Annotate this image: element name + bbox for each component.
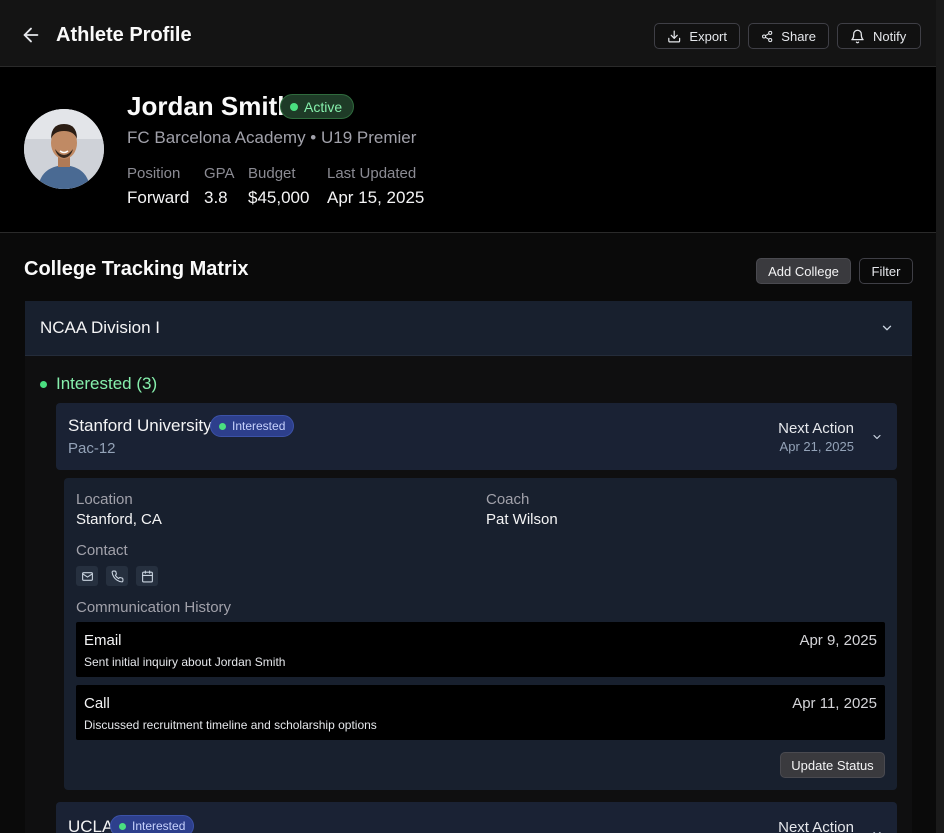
- athlete-name: Jordan Smith: [127, 91, 294, 121]
- status-dot-icon: [119, 822, 126, 830]
- stat-value: Forward: [127, 188, 190, 207]
- stat-value: $45,000: [248, 188, 310, 207]
- coach-value: Pat Wilson: [486, 511, 558, 528]
- export-label: Export: [689, 28, 727, 44]
- college-status-badge: Interested: [210, 415, 295, 437]
- location-value: Stanford, CA: [76, 511, 162, 528]
- update-status-button[interactable]: Update Status: [780, 752, 885, 778]
- share-icon: [762, 30, 773, 42]
- status-badge: Active: [280, 94, 355, 119]
- back-button[interactable]: [20, 24, 42, 46]
- communication-type: Call: [84, 695, 110, 712]
- group-dot-icon: [40, 380, 47, 388]
- stat-last-updated: Last Updated Apr 15, 2025: [327, 165, 424, 208]
- status-dot-icon: [219, 422, 226, 430]
- phone-contact-button[interactable]: [106, 566, 128, 586]
- schedule-contact-button[interactable]: [136, 566, 158, 586]
- division-header[interactable]: NCAA Division I: [25, 301, 912, 356]
- coach-label: Coach: [486, 491, 530, 508]
- group-label-interested: Interested (3): [40, 374, 157, 394]
- group-label-text: Interested (3): [56, 374, 158, 393]
- email-contact-button[interactable]: [76, 566, 98, 586]
- stat-label: Last Updated: [327, 165, 417, 182]
- chevron-down-icon: [873, 434, 881, 440]
- section-title: College Tracking Matrix: [24, 258, 249, 280]
- communication-type: Email: [84, 632, 122, 649]
- page-title: Athlete Profile: [56, 24, 192, 46]
- status-label: Active: [304, 98, 343, 115]
- filter-button[interactable]: Filter: [859, 258, 913, 284]
- avatar: [24, 109, 104, 189]
- communication-date: Apr 9, 2025: [799, 632, 877, 649]
- next-action-date: Apr 21, 2025: [779, 439, 854, 454]
- notify-button[interactable]: Notify: [837, 23, 921, 49]
- chevron-down-icon: [882, 325, 892, 331]
- communication-date: Apr 11, 2025: [792, 695, 877, 712]
- chevron-down-icon: [873, 831, 881, 833]
- share-button[interactable]: Share: [748, 23, 829, 49]
- athlete-photo: [24, 109, 104, 189]
- college-name: UCLA: [68, 817, 114, 833]
- division-title: NCAA Division I: [40, 318, 160, 337]
- stat-value: 3.8: [204, 188, 228, 207]
- download-icon: [668, 29, 681, 43]
- college-status-label: Interested: [232, 419, 286, 433]
- next-action-label: Next Action: [778, 420, 854, 437]
- stat-label: Position: [127, 165, 181, 182]
- calendar-icon: [141, 570, 153, 582]
- share-label: Share: [781, 28, 816, 44]
- athlete-profile-header: Jordan Smith Active FC Barcelona Academy…: [0, 67, 936, 233]
- communication-description: Discussed recruitment timeline and schol…: [84, 718, 377, 732]
- communication-item: Call Discussed recruitment timeline and …: [76, 685, 885, 740]
- contact-label: Contact: [76, 542, 128, 559]
- college-status-label: Interested: [132, 819, 186, 833]
- bell-icon: [851, 29, 864, 43]
- communication-description: Sent initial inquiry about Jordan Smith: [84, 655, 286, 669]
- stat-position: Position Forward: [127, 165, 189, 208]
- stat-budget: Budget $45,000: [248, 165, 309, 208]
- top-bar: Athlete Profile Export Share Notify: [0, 0, 936, 67]
- club-line: FC Barcelona Academy • U19 Premier: [127, 128, 417, 147]
- stat-value: Apr 15, 2025: [327, 188, 425, 207]
- next-action-label: Next Action: [778, 819, 854, 833]
- stat-label: Budget: [248, 165, 296, 182]
- phone-icon: [111, 570, 123, 582]
- college-card-ucla[interactable]: UCLA Interested Next Action: [56, 802, 897, 833]
- status-dot-icon: [290, 102, 298, 111]
- college-details: Location Stanford, CA Coach Pat Wilson C…: [64, 478, 897, 790]
- export-button[interactable]: Export: [654, 23, 740, 49]
- college-name: Stanford University: [68, 416, 212, 435]
- stat-gpa: GPA 3.8: [204, 165, 235, 208]
- college-conference: Pac-12: [68, 440, 116, 457]
- mail-icon: [81, 571, 93, 581]
- history-label: Communication History: [76, 599, 232, 616]
- division-panel: NCAA Division I Interested (3) Stanford …: [25, 301, 912, 833]
- college-card-stanford[interactable]: Stanford University Interested Pac-12 Ne…: [56, 403, 897, 470]
- location-label: Location: [76, 491, 133, 508]
- college-status-badge: Interested: [110, 815, 195, 833]
- stat-label: GPA: [204, 165, 235, 182]
- arrow-left-icon: [23, 27, 39, 43]
- add-college-button[interactable]: Add College: [756, 258, 851, 284]
- notify-label: Notify: [873, 28, 907, 44]
- scrollbar[interactable]: [936, 0, 944, 833]
- communication-item: Email Sent initial inquiry about Jordan …: [76, 622, 885, 677]
